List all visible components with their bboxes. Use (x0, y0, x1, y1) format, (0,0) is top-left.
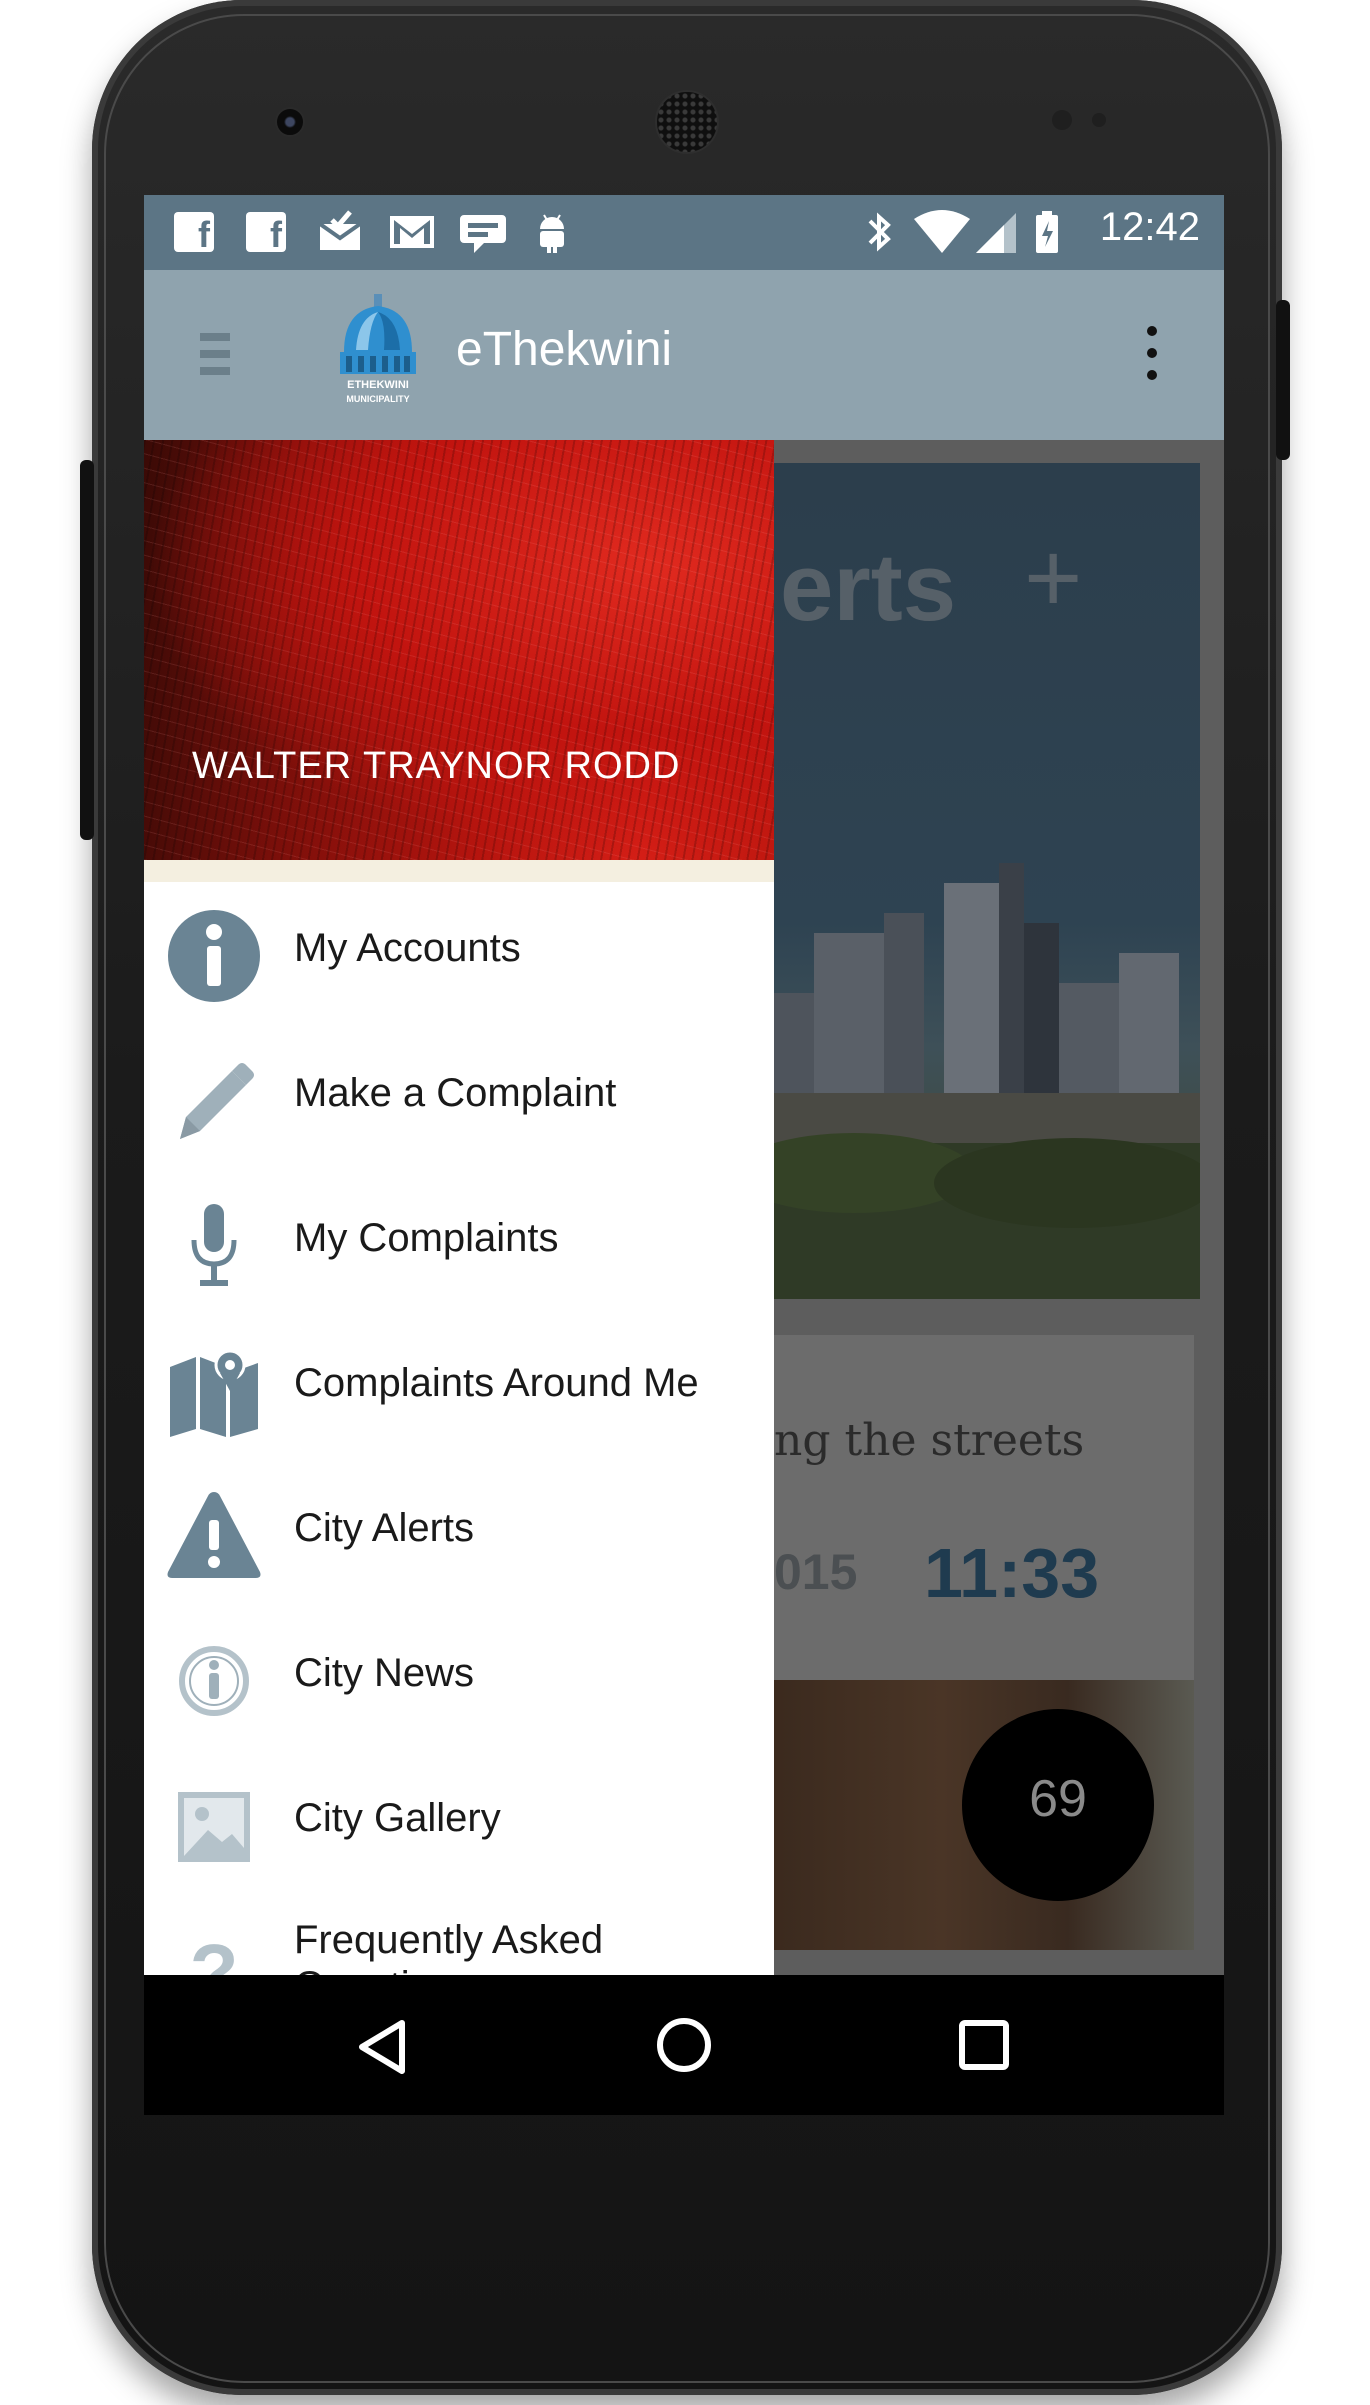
add-icon[interactable]: + (1024, 521, 1082, 636)
battery-charging-icon (1034, 209, 1060, 255)
android-icon (532, 209, 572, 255)
front-camera (275, 107, 305, 137)
microphone-icon (166, 1198, 262, 1294)
facebook-icon: f (174, 209, 214, 255)
bluetooth-icon (864, 209, 894, 255)
back-button[interactable] (354, 2017, 410, 2081)
menu-item-my-complaints[interactable]: My Complaints (144, 1172, 774, 1317)
signal-icon (974, 209, 1018, 255)
menu-item-label: City Alerts (294, 1506, 475, 1550)
volume-button (1276, 300, 1290, 460)
screen: f f 12:42 ETHEKWINI MUNICIPALITY eThekwi… (144, 195, 1224, 2115)
drawer-user-name: WALTER TRAYNOR RODD (192, 745, 681, 787)
facebook-icon: f (246, 209, 286, 255)
navigation-drawer: WALTER TRAYNOR RODD My Accounts Make a C… (144, 440, 774, 2115)
menu-item-label: Complaints Around Me (294, 1361, 699, 1405)
drawer-header: WALTER TRAYNOR RODD (144, 440, 774, 860)
warning-icon (166, 1488, 262, 1584)
light-sensor (1092, 113, 1106, 127)
menu-item-label: My Accounts (294, 926, 521, 970)
back-triangle-icon (359, 2020, 405, 2074)
menu-item-my-accounts[interactable]: My Accounts (144, 882, 774, 1027)
news-card-headline: ng the streets (774, 1415, 1085, 1466)
ethekwini-logo: ETHEKWINI MUNICIPALITY (336, 292, 420, 410)
status-bar: f f 12:42 (144, 195, 1224, 270)
svg-text:MUNICIPALITY: MUNICIPALITY (346, 394, 409, 404)
home-circle-icon (657, 2018, 711, 2072)
alerts-hero-card[interactable]: Alerts + (684, 463, 1200, 1299)
more-vert-icon[interactable] (1147, 326, 1157, 380)
image-icon (166, 1778, 262, 1874)
proximity-sensor (1052, 110, 1072, 130)
news-card-time: 11:33 (924, 1534, 1100, 1612)
menu-item-make-a-complaint[interactable]: Make a Complaint (144, 1027, 774, 1172)
pencil-icon (166, 1053, 262, 1149)
info-circle-icon (166, 908, 262, 1004)
menu-item-city-news[interactable]: City News (144, 1607, 774, 1752)
count-badge-number: 69 (1029, 1770, 1087, 1828)
gmail-icon (388, 209, 436, 255)
menu-item-complaints-around-me[interactable]: Complaints Around Me (144, 1317, 774, 1462)
menu-item-label: City News (294, 1651, 475, 1695)
app-toolbar: ETHEKWINI MUNICIPALITY eThekwini (144, 270, 1224, 440)
map-pin-icon (166, 1343, 262, 1439)
news-card-date: 015 (774, 1544, 858, 1600)
info-outline-icon (166, 1633, 262, 1729)
earpiece-speaker (655, 90, 719, 154)
status-time: 12:42 (1099, 205, 1200, 249)
recents-button[interactable] (956, 2017, 1012, 2077)
hangouts-icon (458, 209, 508, 255)
wifi-icon (912, 209, 972, 255)
menu-item-label: My Complaints (294, 1216, 559, 1260)
menu-item-label: Make a Complaint (294, 1071, 617, 1115)
inbox-icon (316, 209, 364, 255)
recents-square-icon (959, 2020, 1009, 2070)
menu-item-city-gallery[interactable]: City Gallery (144, 1752, 774, 1897)
drawer-header-divider (144, 860, 774, 882)
svg-text:ETHEKWINI: ETHEKWINI (347, 379, 409, 391)
news-card[interactable]: ng the streets 015 11:33 (774, 1335, 1194, 1680)
hamburger-icon[interactable] (200, 333, 230, 375)
menu-item-label: City Gallery (294, 1796, 501, 1840)
power-button (80, 460, 94, 840)
count-badge[interactable]: 69 (962, 1709, 1154, 1901)
city-skyline-image (774, 863, 1200, 1299)
home-button[interactable] (654, 2015, 714, 2079)
app-title: eThekwini (456, 323, 673, 376)
menu-item-city-alerts[interactable]: City Alerts (144, 1462, 774, 1607)
system-navigation-bar (144, 1975, 1224, 2115)
